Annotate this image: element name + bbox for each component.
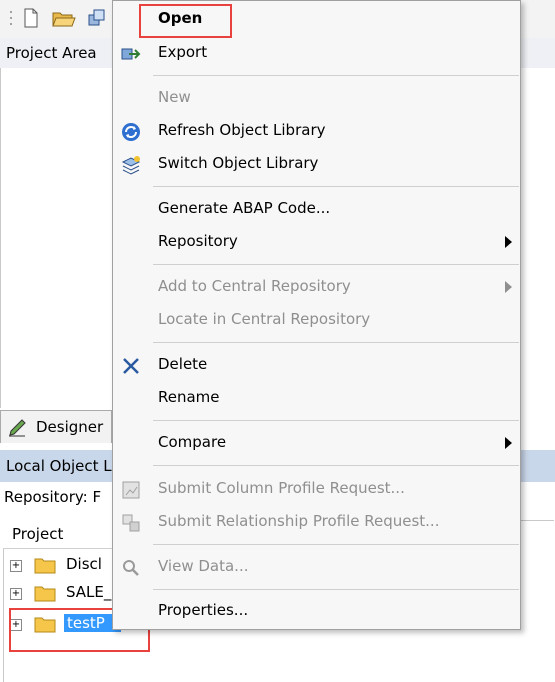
menu-separator (153, 589, 519, 590)
menu-item-generate-abap-code[interactable]: Generate ABAP Code... (113, 193, 520, 225)
menu-item-label: Rename (158, 388, 220, 406)
menu-separator (153, 342, 519, 343)
new-file-icon[interactable] (22, 8, 40, 28)
menu-item-label: Delete (158, 355, 208, 373)
submenu-arrow-icon (505, 281, 512, 293)
menu-item-compare[interactable]: Compare (113, 427, 520, 459)
menu-separator (153, 420, 519, 421)
menu-item-locate-in-central-repository[interactable]: Locate in Central Repository (113, 304, 520, 336)
toolbar-grip-icon (10, 11, 12, 25)
menu-separator (153, 75, 519, 76)
column-profile-icon (122, 481, 140, 499)
toolbar-right-edge (520, 0, 555, 38)
submenu-arrow-icon (505, 236, 512, 248)
menu-item-view-data[interactable]: View Data... (113, 551, 520, 583)
expand-icon[interactable]: + (10, 588, 22, 600)
repository-label: Repository: F (4, 488, 102, 506)
menu-item-export[interactable]: Export (113, 37, 520, 69)
relationship-profile-icon (122, 514, 140, 532)
menu-item-submit-column-profile-request[interactable]: Submit Column Profile Request... (113, 473, 520, 505)
delete-icon (123, 358, 139, 374)
menu-item-label: Compare (158, 433, 227, 451)
local-object-library-title: Local Object L (6, 457, 112, 475)
folder-icon (34, 586, 56, 602)
tree-column-header-label: Project (12, 525, 64, 543)
menu-item-label: Add to Central Repository (158, 277, 351, 295)
menu-separator (153, 465, 519, 466)
project-area-title: Project Area (6, 44, 97, 62)
open-folder-icon[interactable] (52, 8, 76, 28)
switch-library-icon (121, 156, 141, 175)
menu-item-label: Switch Object Library (158, 154, 319, 172)
view-data-icon (123, 560, 139, 576)
folder-icon (34, 558, 56, 574)
menu-item-label: New (158, 88, 191, 106)
export-icon (121, 48, 141, 60)
annotation-highlight-open (139, 4, 232, 38)
menu-item-label: Generate ABAP Code... (158, 199, 331, 217)
menu-item-label: Locate in Central Repository (158, 310, 371, 328)
tree-item-label: SALE_ (66, 583, 112, 601)
menu-item-label: Export (158, 43, 208, 61)
menu-separator (153, 544, 519, 545)
menu-item-add-to-central-repository[interactable]: Add to Central Repository (113, 271, 520, 303)
menu-item-refresh-object-library[interactable]: Refresh Object Library (113, 115, 520, 147)
context-menu: Open Export New Refresh Object Library S… (112, 0, 521, 630)
tree-item-label: Discl (66, 555, 102, 573)
menu-item-label: Refresh Object Library (158, 121, 326, 139)
refresh-icon (122, 123, 140, 141)
menu-item-label: Properties... (158, 601, 249, 619)
menu-item-new[interactable]: New (113, 82, 520, 114)
submenu-arrow-icon (505, 437, 512, 449)
menu-item-switch-object-library[interactable]: Switch Object Library (113, 148, 520, 180)
menu-item-properties[interactable]: Properties... (113, 595, 520, 627)
menu-item-submit-relationship-profile-request[interactable]: Submit Relationship Profile Request... (113, 506, 520, 538)
menu-separator (153, 186, 519, 187)
menu-item-label: Repository (158, 232, 238, 250)
designer-tab-label: Designer (36, 418, 104, 436)
expand-icon[interactable]: + (10, 560, 22, 572)
menu-item-delete[interactable]: Delete (113, 349, 520, 381)
designer-icon (9, 419, 26, 437)
menu-item-repository[interactable]: Repository (113, 226, 520, 258)
menu-item-label: View Data... (158, 557, 249, 575)
windows-icon[interactable] (88, 8, 106, 28)
menu-item-label: Submit Column Profile Request... (158, 479, 405, 497)
menu-item-rename[interactable]: Rename (113, 382, 520, 414)
menu-item-label: Submit Relationship Profile Request... (158, 512, 440, 530)
menu-separator (153, 264, 519, 265)
